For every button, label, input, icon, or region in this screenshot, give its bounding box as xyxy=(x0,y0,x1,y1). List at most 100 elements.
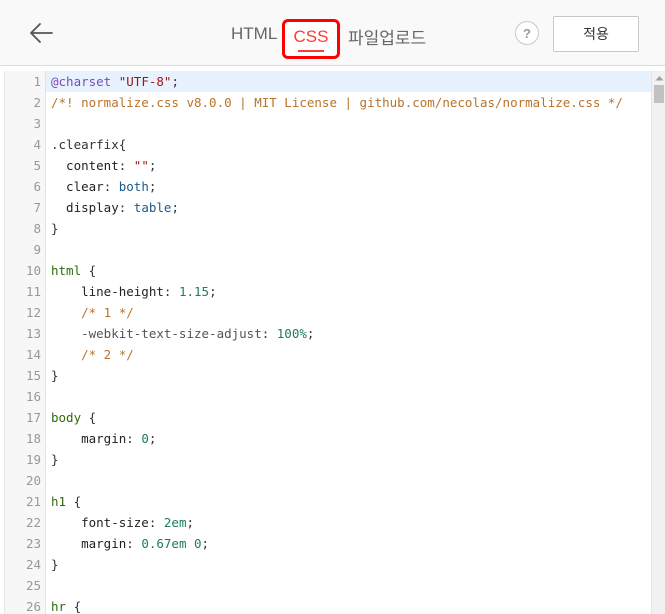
scrollbar-thumb[interactable] xyxy=(654,85,664,103)
editor-header: HTML CSS 파일업로드 ? 적용 xyxy=(0,0,665,66)
line-number: 16 xyxy=(25,389,41,404)
code-token: both xyxy=(118,179,149,194)
help-button[interactable]: ? xyxy=(515,21,539,45)
line-number: 26 xyxy=(25,599,41,614)
line-number: 11 xyxy=(25,284,41,299)
code-line[interactable]: 21 h1 { xyxy=(5,491,651,512)
code-text: h1 { xyxy=(51,491,81,512)
line-number: 21 xyxy=(25,494,41,509)
code-line[interactable]: 15} xyxy=(5,365,651,386)
code-token: /* 2 */ xyxy=(51,347,134,362)
code-token: display xyxy=(51,200,119,215)
code-token: : xyxy=(118,158,134,173)
code-line[interactable]: 9 xyxy=(5,239,651,260)
code-line[interactable]: 14 /* 2 */ xyxy=(5,344,651,365)
code-text: html { xyxy=(51,260,96,281)
code-token: ; xyxy=(148,158,157,173)
code-token: content xyxy=(51,158,119,173)
code-line[interactable]: 8} xyxy=(5,218,651,239)
apply-button[interactable]: 적용 xyxy=(553,16,639,52)
code-token: html xyxy=(51,263,82,278)
code-text: -webkit-text-size-adjust: 100%; xyxy=(51,323,314,344)
code-line[interactable]: 13 -webkit-text-size-adjust: 100%; xyxy=(5,323,651,344)
code-token: 1.15 xyxy=(178,284,210,299)
line-number: 25 xyxy=(25,578,41,593)
tab-css-label: CSS xyxy=(293,27,329,46)
line-number: 1 xyxy=(33,74,41,89)
code-token: body xyxy=(51,410,82,425)
code-token: } xyxy=(51,452,59,467)
code-token: : xyxy=(126,431,142,446)
code-token: 2em xyxy=(163,515,187,530)
line-number: 15 xyxy=(25,368,41,383)
code-line[interactable]: 10 html { xyxy=(5,260,651,281)
code-token: { xyxy=(81,263,97,278)
code-line[interactable]: 17 body { xyxy=(5,407,651,428)
code-line[interactable]: 3 xyxy=(5,113,651,134)
code-token: ; xyxy=(148,179,157,194)
code-token: "" xyxy=(133,158,149,173)
line-number: 18 xyxy=(25,431,41,446)
code-line[interactable]: 2 /*! normalize.css v8.0.0 | MIT License … xyxy=(5,92,651,113)
code-token: .clearfix{ xyxy=(51,137,127,152)
code-token: ; xyxy=(306,326,315,341)
code-line[interactable]: 22 font-size: 2em; xyxy=(5,512,651,533)
line-number: 3 xyxy=(33,116,41,131)
scroll-up-arrow-icon[interactable] xyxy=(652,71,665,84)
code-text: hr { xyxy=(51,596,81,614)
code-token: } xyxy=(51,557,59,572)
code-token: hr xyxy=(51,599,67,614)
code-line[interactable]: 11 line-height: 1.15; xyxy=(5,281,651,302)
code-line[interactable]: 6 clear: both; xyxy=(5,176,651,197)
code-token: 0 xyxy=(141,431,149,446)
code-editor[interactable]: 1 @charset "UTF-8"; 2 /*! normalize.css v8.… xyxy=(4,71,665,614)
code-token: @charset xyxy=(51,74,112,89)
line-number: 4 xyxy=(33,137,41,152)
code-line[interactable]: 20 xyxy=(5,470,651,491)
code-token: { xyxy=(81,410,97,425)
line-number: 2 xyxy=(33,95,41,110)
code-token: ; xyxy=(186,515,195,530)
tab-css[interactable]: CSS xyxy=(285,22,337,56)
line-number: 6 xyxy=(33,179,41,194)
code-text: /* 2 */ xyxy=(51,344,134,365)
line-number: 24 xyxy=(25,557,41,572)
code-text: .clearfix{ xyxy=(51,134,126,155)
code-line[interactable]: 24} xyxy=(5,554,651,575)
css-editor-app: HTML CSS 파일업로드 ? 적용 1 @charset "UTF-8"; 2 /… xyxy=(0,0,665,614)
code-token: h1 xyxy=(51,494,67,509)
code-text: @charset "UTF-8"; xyxy=(51,71,179,92)
line-number: 5 xyxy=(33,158,41,173)
code-line[interactable]: 26 hr { xyxy=(5,596,651,614)
code-line[interactable]: 23 margin: 0.67em 0; xyxy=(5,533,651,554)
code-line[interactable]: 7 display: table; xyxy=(5,197,651,218)
code-line[interactable]: 19} xyxy=(5,449,651,470)
code-line[interactable]: 4 .clearfix{ xyxy=(5,134,651,155)
code-text: content: ""; xyxy=(51,155,156,176)
tab-file-upload[interactable]: 파일업로드 xyxy=(348,24,426,49)
code-token: 0.67em 0 xyxy=(141,536,202,551)
vertical-scrollbar[interactable] xyxy=(651,71,665,614)
code-token: table xyxy=(133,200,172,215)
code-text: /* 1 */ xyxy=(51,302,134,323)
code-token: ; xyxy=(171,200,179,215)
code-line[interactable]: 18 margin: 0; xyxy=(5,428,651,449)
code-text: /*! normalize.css v8.0.0 | MIT License |… xyxy=(51,92,623,113)
apply-button-label: 적용 xyxy=(583,26,609,42)
code-text: display: table; xyxy=(51,197,179,218)
code-line[interactable]: 25 xyxy=(5,575,651,596)
code-line[interactable]: 5 content: ""; xyxy=(5,155,651,176)
tab-html[interactable]: HTML xyxy=(231,24,277,44)
code-text: } xyxy=(51,554,59,575)
code-line[interactable]: 1 @charset "UTF-8"; xyxy=(5,71,651,92)
code-token: } xyxy=(51,368,59,383)
line-number: 12 xyxy=(25,305,41,320)
code-token: : xyxy=(103,179,119,194)
code-line[interactable]: 16 xyxy=(5,386,651,407)
code-line[interactable]: 12 /* 1 */ xyxy=(5,302,651,323)
tab-css-highlight: CSS xyxy=(282,19,340,59)
code-text: font-size: 2em; xyxy=(51,512,194,533)
code-token: ; xyxy=(171,74,179,89)
code-text: } xyxy=(51,365,59,386)
